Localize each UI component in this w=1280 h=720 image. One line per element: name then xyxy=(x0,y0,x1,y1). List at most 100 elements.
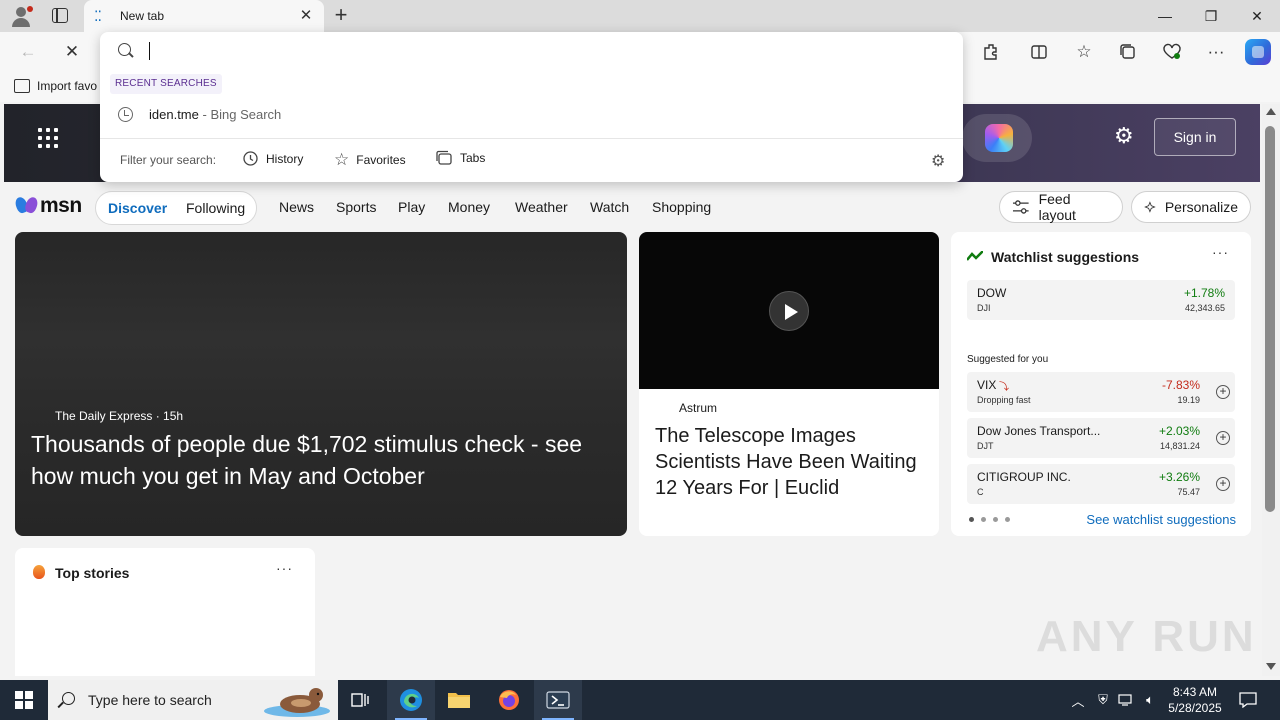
video-story-card[interactable]: Astrum The Telescope Images Scientists H… xyxy=(639,232,939,536)
stock-value: 14,831.24 xyxy=(1159,441,1200,451)
taskbar-search[interactable]: Type here to search xyxy=(48,680,338,720)
tab-actions-icon[interactable] xyxy=(52,8,68,23)
powershell-icon[interactable] xyxy=(534,680,582,720)
nav-news[interactable]: News xyxy=(279,199,314,215)
story-source: The Daily Express · 15h xyxy=(55,409,184,423)
page-scrollbar[interactable] xyxy=(1262,104,1280,676)
scrollbar-thumb[interactable] xyxy=(1265,126,1275,512)
address-input[interactable] xyxy=(152,40,932,62)
tab-following[interactable]: Following xyxy=(186,200,245,216)
copilot-button[interactable] xyxy=(962,114,1032,162)
new-tab-button[interactable]: + xyxy=(332,4,350,28)
title-bar: ⁚⁚ New tab ✕ + — ❐ ✕ xyxy=(0,0,1280,32)
add-to-watchlist-icon[interactable]: + xyxy=(1216,385,1230,399)
stock-row-dow[interactable]: DOW DJI +1.78% 42,343.65 xyxy=(967,280,1235,320)
stock-name: Dow Jones Transport... xyxy=(977,424,1101,438)
split-screen-icon[interactable] xyxy=(1025,38,1053,66)
network-icon[interactable] xyxy=(1116,680,1136,720)
play-icon[interactable] xyxy=(769,291,809,331)
sliders-icon xyxy=(1012,200,1029,214)
stock-symbol: DJI xyxy=(977,303,991,313)
file-explorer-icon[interactable] xyxy=(435,680,483,720)
task-view-icon[interactable] xyxy=(336,680,384,720)
divider xyxy=(100,138,963,139)
copilot-icon[interactable] xyxy=(1245,39,1271,65)
feed-layout-button[interactable]: Feed layout xyxy=(999,191,1123,223)
nav-sports[interactable]: Sports xyxy=(336,199,376,215)
extensions-icon[interactable] xyxy=(977,38,1005,66)
scroll-down-icon[interactable] xyxy=(1266,663,1276,670)
apps-launcher-icon[interactable] xyxy=(38,128,58,148)
story-headline[interactable]: Thousands of people due $1,702 stimulus … xyxy=(31,428,621,492)
suggested-label: Suggested for you xyxy=(967,354,1049,365)
sparkle-icon xyxy=(1144,201,1156,213)
edge-taskbar-icon[interactable] xyxy=(387,680,435,720)
top-stories-more-icon[interactable]: ··· xyxy=(276,560,293,576)
minimize-button[interactable]: — xyxy=(1142,0,1188,32)
show-hidden-icons-chevron-icon[interactable]: ︿ xyxy=(1068,680,1088,720)
add-to-watchlist-icon[interactable]: + xyxy=(1216,431,1230,445)
add-to-watchlist-icon[interactable]: + xyxy=(1216,477,1230,491)
security-icon[interactable]: ⛨ xyxy=(1094,680,1112,720)
taskbar-clock[interactable]: 8:43 AM 5/28/2025 xyxy=(1160,684,1230,716)
collections-icon[interactable] xyxy=(1114,38,1142,66)
recent-search-item[interactable]: iden.tme - Bing Search xyxy=(100,100,963,130)
stock-value: 75.47 xyxy=(1177,487,1200,497)
trend-down-icon: ⤵ xyxy=(999,382,1009,393)
stock-name: VIX xyxy=(977,378,997,392)
video-thumbnail[interactable] xyxy=(639,232,939,389)
filter-tabs-button[interactable]: Tabs xyxy=(435,150,485,166)
stock-row-citigroup[interactable]: CITIGROUP INC. C +3.26% 75.47 + xyxy=(967,464,1235,504)
import-favorites-button[interactable]: Import favo xyxy=(14,79,97,93)
msn-logo[interactable]: msn xyxy=(13,194,82,218)
stock-row-djt[interactable]: Dow Jones Transport... DJT +2.03% 14,831… xyxy=(967,418,1235,458)
tab-close-icon[interactable]: ✕ xyxy=(296,6,316,26)
recent-searches-label: RECENT SEARCHES xyxy=(110,74,222,94)
scroll-up-icon[interactable] xyxy=(1266,108,1276,115)
back-icon[interactable]: ← xyxy=(14,38,42,66)
stock-value: 42,343.65 xyxy=(1184,303,1225,313)
nav-play[interactable]: Play xyxy=(398,199,425,215)
sign-in-button[interactable]: Sign in xyxy=(1154,118,1236,156)
video-headline[interactable]: The Telescope Images Scientists Have Bee… xyxy=(655,423,931,501)
taskbar-search-placeholder: Type here to search xyxy=(88,692,212,708)
stock-change: +3.26% xyxy=(1158,470,1200,484)
windows-taskbar: Type here to search ︿ ⛨ 🔈︎ 8:43 AM 5/28/… xyxy=(0,680,1280,720)
msn-butterfly-icon xyxy=(13,195,40,217)
volume-icon[interactable]: 🔈︎ xyxy=(1140,680,1160,720)
nav-watch[interactable]: Watch xyxy=(590,199,629,215)
filter-favorites-button[interactable]: ☆ Favorites xyxy=(334,150,406,170)
msn-page: ⚙ Sign in msn Discover Following News Sp… xyxy=(4,104,1260,676)
restore-button[interactable]: ❐ xyxy=(1188,0,1234,32)
stock-row-vix[interactable]: VIX ⤵ Dropping fast -7.83% 19.19 + xyxy=(967,372,1235,412)
watchlist-more-icon[interactable]: ··· xyxy=(1212,244,1229,260)
stock-chart-icon xyxy=(967,251,983,261)
more-menu-icon[interactable]: ··· xyxy=(1202,38,1230,66)
filter-history-button[interactable]: History xyxy=(242,150,303,167)
page-settings-icon[interactable]: ⚙ xyxy=(1114,123,1134,149)
tab-new-tab[interactable]: ⁚⁚ New tab ✕ xyxy=(84,0,324,32)
search-settings-icon[interactable]: ⚙ xyxy=(931,151,945,171)
firefox-icon[interactable] xyxy=(485,680,533,720)
close-window-button[interactable]: ✕ xyxy=(1234,0,1280,32)
browser-essentials-icon[interactable] xyxy=(1158,38,1186,66)
stop-loading-icon[interactable]: ✕ xyxy=(58,38,86,66)
personalize-button[interactable]: Personalize xyxy=(1131,191,1251,223)
favorites-star-icon[interactable]: ☆ xyxy=(1070,38,1098,66)
profile-button[interactable] xyxy=(8,4,34,28)
notifications-icon[interactable] xyxy=(1236,680,1260,720)
video-source: Astrum xyxy=(679,401,718,415)
stock-symbol: C xyxy=(977,487,984,497)
tab-discover[interactable]: Discover xyxy=(108,200,167,216)
see-watchlist-link[interactable]: See watchlist suggestions xyxy=(1086,512,1236,527)
nav-shopping[interactable]: Shopping xyxy=(652,199,711,215)
main-story-card[interactable]: The Daily Express · 15h Thousands of peo… xyxy=(15,232,627,536)
tab-title: New tab xyxy=(120,9,165,23)
nav-money[interactable]: Money xyxy=(448,199,490,215)
text-caret xyxy=(149,42,150,60)
watchlist-card: Watchlist suggestions ··· DOW DJI +1.78%… xyxy=(951,232,1251,536)
anyrun-watermark: ANY RUN xyxy=(1036,612,1257,661)
start-button[interactable] xyxy=(0,680,48,720)
carousel-pager[interactable] xyxy=(969,517,1010,522)
nav-weather[interactable]: Weather xyxy=(515,199,568,215)
